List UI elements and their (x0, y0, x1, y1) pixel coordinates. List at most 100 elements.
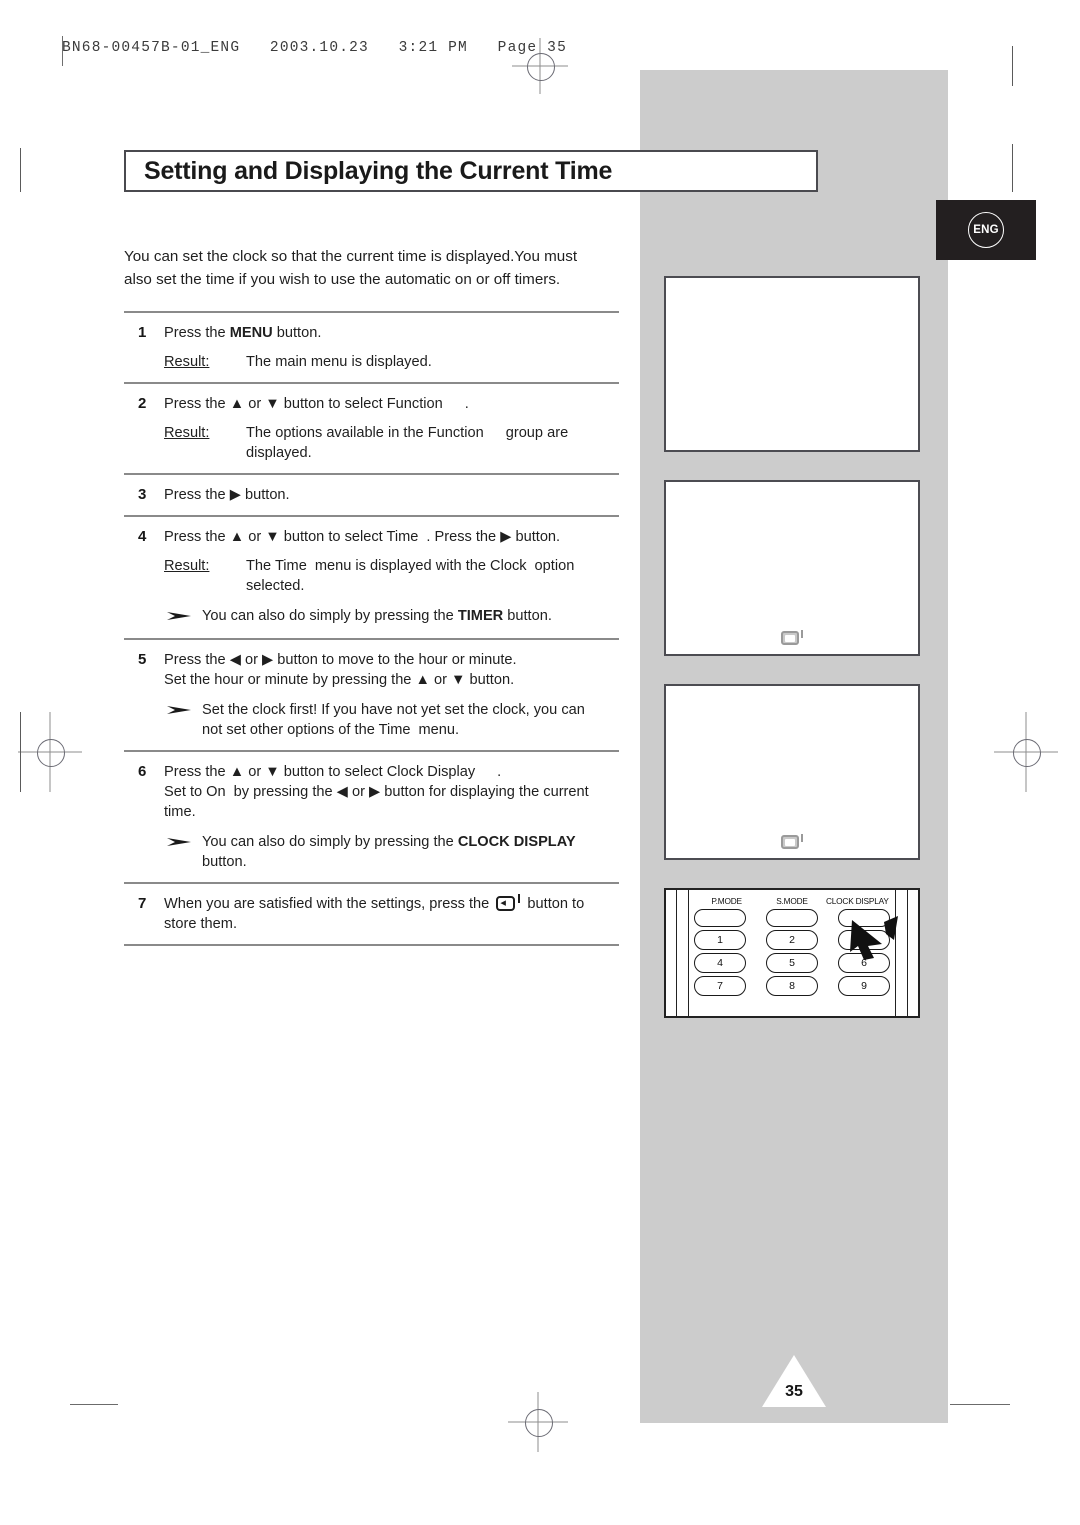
text-fragment: button to (527, 896, 585, 912)
result-text: The Time menu is displayed with the Clock… (246, 556, 619, 596)
step-2: 2 Press the ▲ or ▼ button to select Func… (124, 384, 619, 473)
enter-key-icon (781, 834, 803, 849)
note-arrow-icon (166, 700, 202, 740)
note-text: Set the clock first! If you have not yet… (202, 700, 619, 740)
step-4: 4 Press the ▲ or ▼ button to select Time… (124, 517, 619, 638)
timer-keyword: TIMER (457, 608, 504, 624)
step-result: Result: The main menu is displayed. (164, 352, 619, 372)
step-instruction: Press the ▲ or ▼ button to select Functi… (164, 394, 619, 414)
text-fragment: . (464, 396, 469, 412)
text-fragment: You can also do simply by pressing the C… (202, 832, 619, 852)
step-body: Press the ▲ or ▼ button to select Functi… (164, 394, 619, 463)
remote-edge-line (676, 890, 677, 1016)
step-note: You can also do simply by pressing the T… (164, 606, 619, 628)
step-result: Result: The Time menu is displayed with t… (164, 556, 619, 596)
osd-screen-2 (664, 480, 920, 656)
text-fragment: . (497, 764, 502, 780)
step-number: 3 (138, 486, 147, 503)
step-number: 6 (138, 763, 147, 780)
text-fragment: Press the ▲ or ▼ button to select Functi… (164, 396, 443, 412)
step-number: 5 (138, 651, 147, 668)
number-button-9[interactable]: 9 (838, 976, 890, 996)
registration-mark-left (18, 712, 82, 792)
text-fragment: When you are satisfied with the settings… (164, 896, 490, 912)
trim-mark-right (1012, 46, 1013, 86)
text-fragment: by pressing the ◀ or ▶ button for displa… (233, 784, 589, 800)
remote-number-row-3: 7 8 9 (692, 976, 892, 996)
text-fragment: You can also do simply by pressing the (202, 608, 458, 624)
step-body: Press the ▲ or ▼ button to select Clock … (164, 762, 619, 872)
step-instruction-line-1: Press the ▲ or ▼ button to select Clock … (164, 762, 619, 782)
text-fragment: not set other options of the Time menu. (202, 720, 619, 740)
number-button-7[interactable]: 7 (694, 976, 746, 996)
number-button-8[interactable]: 8 (766, 976, 818, 996)
label-clock-display: CLOCK DISPLAY (825, 896, 889, 906)
text-fragment: button. (503, 608, 552, 624)
step-body: Press the ▲ or ▼ button to select Time . … (164, 527, 619, 628)
text-fragment: You can also do simply by pressing the (202, 834, 458, 850)
result-text: The options available in the Function gro… (246, 423, 619, 463)
remote-control-illustration: P.MODE S.MODE CLOCK DISPLAY 1 2 3 4 5 6 … (664, 888, 920, 1018)
text-fragment: button. (202, 854, 247, 870)
text-fragment: displayed. (246, 445, 312, 461)
text-fragment: button. (272, 325, 322, 341)
label-s-mode: S.MODE (776, 896, 808, 906)
step-result: Result: The options available in the Fun… (164, 423, 619, 463)
step-1: 1 Press the MENU button. Result: The mai… (124, 313, 619, 382)
result-label: Result: (164, 354, 210, 370)
step-number: 1 (138, 324, 147, 341)
step-body: When you are satisfied with the settings… (164, 894, 619, 934)
text-fragment: Set to On (164, 784, 226, 800)
result-label: Result: (164, 558, 210, 574)
text-fragment: selected. (246, 578, 305, 594)
label-p-mode: P.MODE (711, 896, 742, 906)
number-button-4[interactable]: 4 (694, 953, 746, 973)
trim-mark-bottom-right (950, 1404, 1010, 1405)
step-body: Press the ◀ or ▶ button to move to the h… (164, 650, 619, 740)
step-number: 4 (138, 528, 147, 545)
enter-key-icon (781, 630, 803, 645)
page-number: 35 (785, 1383, 803, 1400)
s-mode-button[interactable] (766, 909, 818, 927)
remote-edge-line (688, 890, 689, 1016)
text-fragment: . Press the ▶ button. (426, 529, 561, 545)
text-fragment: option (534, 558, 575, 574)
step-3: 3 Press the ▶ button. (124, 475, 619, 515)
text-fragment: not set other options of the Time (202, 722, 411, 738)
intro-paragraph: You can set the clock so that the curren… (124, 245, 624, 291)
step-number: 2 (138, 395, 147, 412)
result-label: Result: (164, 425, 210, 441)
text-fragment: Press the ▲ or ▼ button to select Clock … (164, 764, 476, 780)
prepress-header: BN68-00457B-01_ENG 2003.10.23 3:21 PM Pa… (62, 40, 567, 56)
menu-keyword: MENU (229, 325, 273, 341)
text-fragment: Set the clock first! If you have not yet… (202, 702, 585, 718)
step-body: Press the MENU button. Result: The main … (164, 323, 619, 372)
remote-button-labels: P.MODE S.MODE CLOCK DISPLAY (692, 894, 892, 906)
number-button-5[interactable]: 5 (766, 953, 818, 973)
step-instruction-line-2: Set to On by pressing the ◀ or ▶ button f… (164, 782, 619, 802)
step-7: 7 When you are satisfied with the settin… (124, 884, 619, 944)
number-button-2[interactable]: 2 (766, 930, 818, 950)
step-instruction: Press the MENU button. (164, 323, 619, 343)
p-mode-button[interactable] (694, 909, 746, 927)
clock-display-keyword: CLOCK DISPLAY (457, 834, 576, 850)
divider (124, 944, 619, 946)
trim-mark-left (20, 148, 21, 192)
enter-key-icon: ◂ (496, 894, 521, 911)
text-fragment: Press the ▲ or ▼ button to select Time (164, 529, 419, 545)
text-fragment: The options available in the Function (246, 425, 484, 441)
step-instruction-line-2: store them. (164, 916, 237, 932)
page-title: Setting and Displaying the Current Time (144, 156, 613, 185)
step-note: Set the clock first! If you have not yet… (164, 700, 619, 740)
text-fragment: group are (505, 425, 569, 441)
pointer-cursor-icon (848, 914, 904, 964)
registration-mark-bottom (508, 1392, 568, 1452)
note-text: You can also do simply by pressing the C… (202, 832, 619, 872)
note-text: You can also do simply by pressing the T… (202, 606, 619, 628)
step-5: 5 Press the ◀ or ▶ button to move to the… (124, 640, 619, 750)
intro-line-1: You can set the clock so that the curren… (124, 248, 578, 265)
step-list: 1 Press the MENU button. Result: The mai… (124, 311, 619, 946)
step-6: 6 Press the ▲ or ▼ button to select Cloc… (124, 752, 619, 882)
number-button-1[interactable]: 1 (694, 930, 746, 950)
language-tab: ENG (936, 200, 1036, 260)
